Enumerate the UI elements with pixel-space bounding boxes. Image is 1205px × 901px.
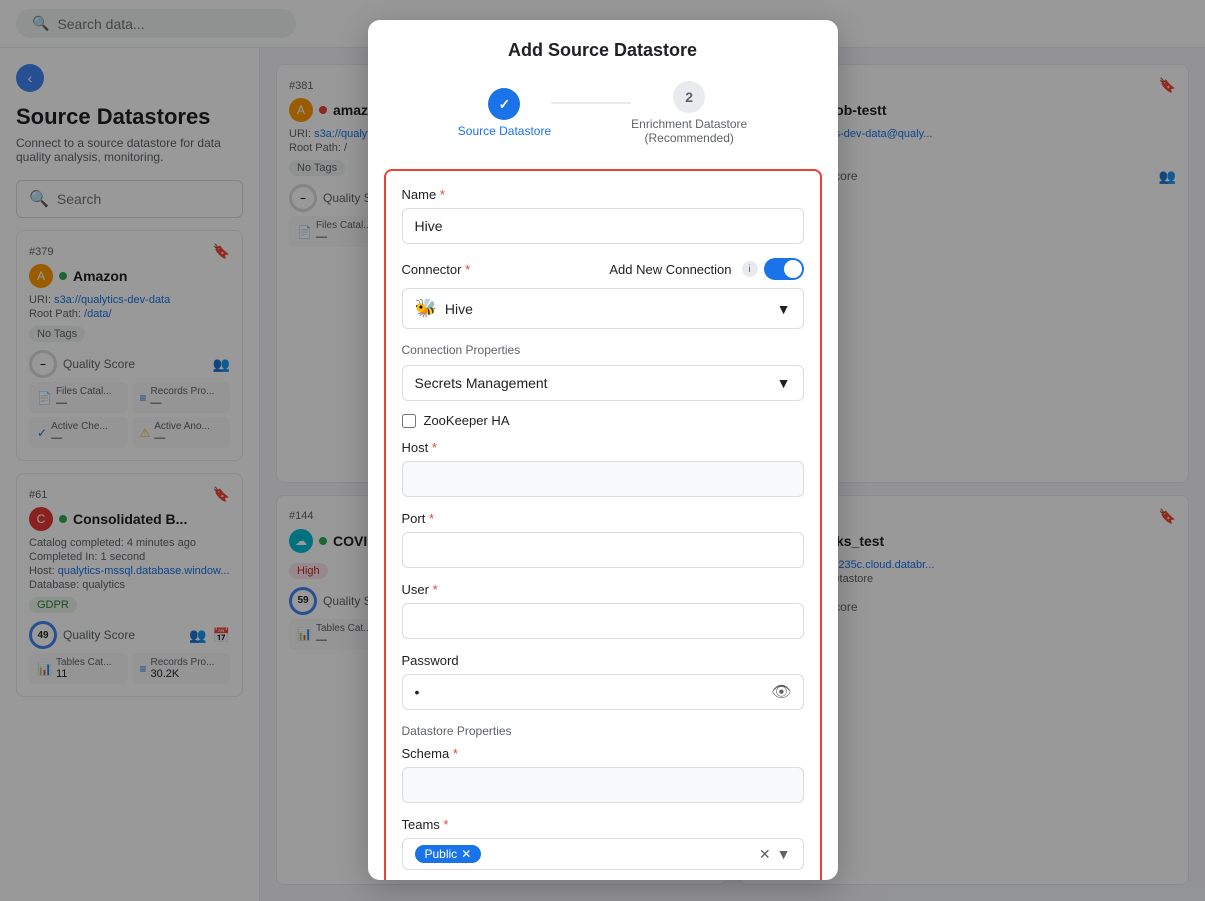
- modal-dialog: Add Source Datastore ✓ Source Datastore …: [368, 20, 838, 880]
- toggle-password-icon[interactable]: 👁: [771, 682, 791, 702]
- modal-title: Add Source Datastore: [392, 40, 814, 61]
- step-2-label: Enrichment Datastore(Recommended): [631, 117, 747, 145]
- chevron-down-icon: ▼: [777, 375, 791, 391]
- add-connection-label: Add New Connection: [609, 262, 731, 277]
- connector-row: Connector * Add New Connection i: [402, 258, 804, 280]
- stepper: ✓ Source Datastore 2 Enrichment Datastor…: [392, 81, 814, 145]
- host-input[interactable]: [402, 461, 804, 497]
- step-1-label: Source Datastore: [458, 124, 551, 138]
- clear-icon[interactable]: ✕: [759, 846, 771, 863]
- user-label: User *: [402, 582, 804, 597]
- teams-label: Teams *: [402, 817, 804, 832]
- hive-icon: 🐝: [415, 298, 437, 319]
- connector-label: Connector *: [402, 262, 471, 277]
- modal-header: Add Source Datastore ✓ Source Datastore …: [368, 20, 838, 145]
- teams-group: Teams * Public ✕ ✕ ▼: [402, 817, 804, 870]
- info-icon: i: [742, 261, 758, 277]
- password-label: Password: [402, 653, 804, 668]
- modal-form-container: Name * Connector * Add New Connection i: [384, 169, 822, 880]
- zookeeper-checkbox[interactable]: [402, 414, 416, 428]
- name-input[interactable]: [402, 208, 804, 244]
- port-label: Port *: [402, 511, 804, 526]
- secrets-select[interactable]: Secrets Management ▼: [402, 365, 804, 401]
- secrets-value: Secrets Management: [415, 375, 548, 391]
- step-line: [551, 102, 631, 104]
- zookeeper-label: ZooKeeper HA: [424, 413, 510, 428]
- chevron-down-icon: ▼: [777, 301, 791, 317]
- host-group: Host *: [402, 440, 804, 497]
- step-2: 2 Enrichment Datastore(Recommended): [631, 81, 747, 145]
- password-group: Password 👁: [402, 653, 804, 710]
- teams-select[interactable]: Public ✕ ✕ ▼: [402, 838, 804, 870]
- port-input[interactable]: [402, 532, 804, 568]
- connector-select[interactable]: 🐝 Hive ▼: [402, 288, 804, 329]
- public-tag: Public ✕: [415, 845, 482, 863]
- connection-properties-label: Connection Properties: [402, 343, 804, 357]
- port-group: Port *: [402, 511, 804, 568]
- step-2-circle: 2: [673, 81, 705, 113]
- step-1-circle: ✓: [488, 88, 520, 120]
- datastore-properties-label: Datastore Properties: [402, 724, 804, 738]
- schema-input[interactable]: [402, 767, 804, 803]
- password-input[interactable]: [402, 674, 804, 710]
- user-group: User *: [402, 582, 804, 639]
- zookeeper-row: ZooKeeper HA: [402, 413, 804, 428]
- schema-group: Schema *: [402, 746, 804, 803]
- chevron-down-icon: ▼: [777, 846, 791, 862]
- toggle-switch[interactable]: [764, 258, 804, 280]
- user-input[interactable]: [402, 603, 804, 639]
- schema-label: Schema *: [402, 746, 804, 761]
- connector-value: Hive: [445, 301, 473, 317]
- name-label: Name *: [402, 187, 804, 202]
- modal-overlay: Add Source Datastore ✓ Source Datastore …: [0, 0, 1205, 901]
- name-group: Name *: [402, 187, 804, 244]
- close-icon[interactable]: ✕: [461, 847, 471, 861]
- host-label: Host *: [402, 440, 804, 455]
- step-1: ✓ Source Datastore: [458, 88, 551, 138]
